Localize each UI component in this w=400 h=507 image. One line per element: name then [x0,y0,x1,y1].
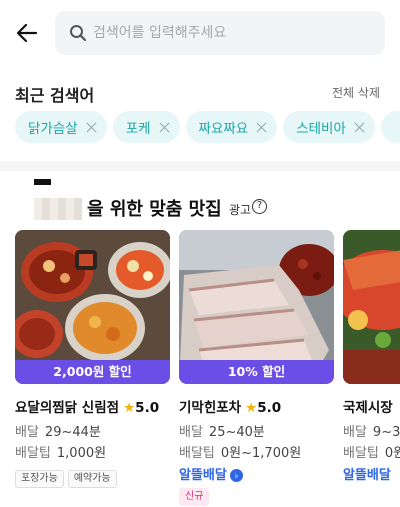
tip-value: 0원 [384,446,400,461]
discount-banner: 10% 할인 [179,360,334,384]
delivery-time-value: 29~44분 [44,425,101,440]
recent-searches-title: 최근 검색어 [15,86,95,105]
section-title: 을 위한 맞춤 맛집 [87,199,222,220]
restaurant-card[interactable]: 2,000원 할인 요달의찜닭 신림점 ★5.0 배달 29~44분 배달팁 1,00… [15,230,170,488]
restaurant-card[interactable]: 10% 할인 기막힌포차 ★5.0 배달 25~40분 배달팁 0원~1,700원 알… [179,230,334,506]
tip-label: 배달팁 [343,446,379,461]
delivery-label: 배달 [15,425,39,440]
star-icon: ★ [245,400,258,416]
restaurant-name-rating: 기막힌포차 ★5.0 [179,396,281,416]
delivery-tip: 배달팁 1,000원 [15,442,106,461]
tag-reservation: 예약가능 [67,470,117,488]
rating-value: 5.0 [257,400,282,416]
recent-chip[interactable]: 스테비아 [283,111,375,143]
restaurant-name: 국제시장 [343,400,393,416]
clear-all-button[interactable]: 전체 삭제 [332,84,380,101]
albal-delivery-badge: 알뜰배달 ♭ [179,464,243,483]
star-icon: ★ [123,400,136,416]
section-divider [0,161,400,171]
ad-label: 광고 [229,203,252,217]
albal-label: 알뜰배달 [343,468,391,483]
chip-label: 스테비아 [296,121,346,137]
delivery-time-value: 9~3 [372,425,400,440]
close-icon[interactable] [159,122,170,133]
restaurant-name: 기막힌포차 [179,400,242,416]
close-icon[interactable] [86,122,97,133]
recent-chip[interactable]: 포케 [112,111,180,143]
tip-value: 1,000원 [56,446,107,461]
rating-value: 5.0 [135,400,160,416]
delivery-label: 배달 [343,425,367,440]
delivery-label: 배달 [179,425,203,440]
restaurant-photo[interactable]: 2,000원 할인 [15,230,170,384]
restaurant-name: 요달의찜닭 신림점 [15,400,120,416]
delivery-time: 배달 9~3 [343,421,400,440]
delivery-tip: 배달팁 0원~1,700원 [179,442,301,461]
restaurant-carousel[interactable]: 2,000원 할인 요달의찜닭 신림점 ★5.0 배달 29~44분 배달팁 1,00… [15,230,400,507]
arrow-left-icon[interactable] [14,20,40,46]
close-icon[interactable] [354,122,365,133]
discount-banner: 2,000원 할인 [15,360,170,384]
delivery-time: 배달 29~44분 [15,421,101,440]
recent-search-chips: 닭가슴살 포케 짜요짜요 스테비아 [15,111,400,143]
albal-label: 알뜰배달 [179,468,227,483]
chip-label: 닭가슴살 [28,121,78,137]
info-icon[interactable]: ? [252,199,267,214]
tip-label: 배달팁 [15,446,51,461]
tip-label: 배달팁 [179,446,215,461]
pixelated-user-name [34,198,82,220]
tag-list: 포장가능 예약가능 [15,466,121,488]
search-input[interactable] [93,11,373,55]
top-bar [0,0,400,66]
redacted-name-mark [34,179,51,185]
recent-chip-partial[interactable] [380,111,400,143]
recent-chip[interactable]: 짜요짜요 [185,111,278,143]
recent-chip[interactable]: 닭가슴살 [15,111,107,143]
tip-value: 0원~1,700원 [220,446,302,461]
chip-label: 짜요짜요 [198,121,249,137]
delivery-time: 배달 25~40분 [179,421,265,440]
delivery-time-value: 25~40분 [208,425,265,440]
restaurant-card-partial[interactable]: 국제시장 배달 9~3 배달팁 0원 알뜰배달 [343,230,400,483]
new-tag: 신규 [179,488,210,506]
restaurant-name-rating: 요달의찜닭 신림점 ★5.0 [15,396,159,416]
albal-icon: ♭ [229,469,243,482]
close-icon[interactable] [256,122,267,133]
albal-delivery-badge: 알뜰배달 [343,464,391,483]
chip-label: 포케 [125,121,151,137]
restaurant-photo[interactable] [343,230,400,384]
restaurant-photo[interactable]: 10% 할인 [179,230,334,384]
tag-takeout: 포장가능 [15,470,64,488]
search-icon [70,25,87,42]
delivery-tip: 배달팁 0원 [343,442,400,461]
search-bar[interactable] [55,11,385,55]
